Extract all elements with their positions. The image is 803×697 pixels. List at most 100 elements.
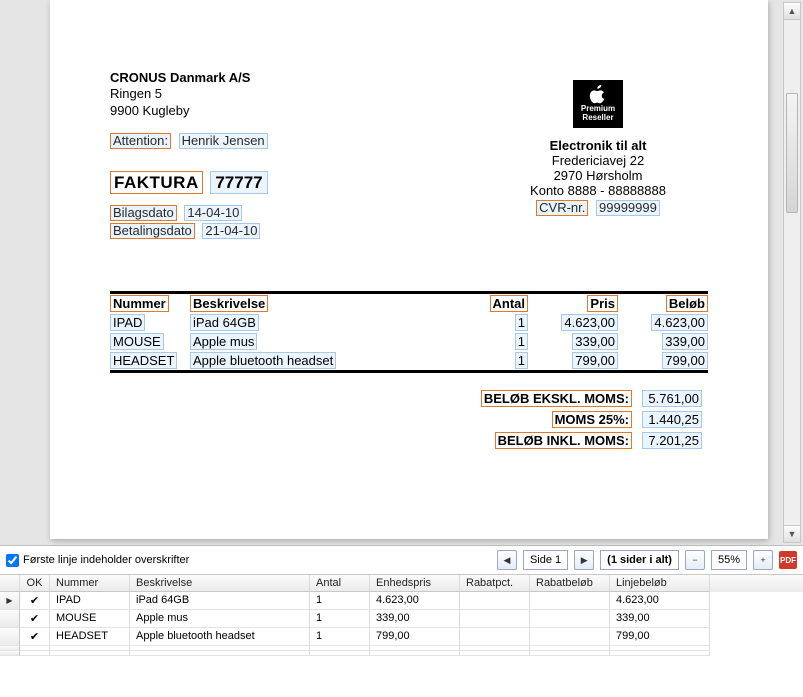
first-line-header-label: Første linje indeholder overskrifter — [23, 554, 189, 566]
row-selector[interactable] — [0, 592, 20, 610]
data-grid[interactable]: OK Nummer Beskrivelse Antal Enhedspris R… — [0, 574, 803, 656]
cell-ok[interactable]: ✔ — [20, 610, 50, 628]
scroll-up-icon[interactable]: ▲ — [784, 3, 800, 20]
cell-linebel[interactable]: 799,00 — [610, 628, 710, 646]
cell-ok[interactable]: ✔ — [20, 628, 50, 646]
cell-qty[interactable]: 1 — [310, 592, 370, 610]
cell-rabatpct[interactable] — [460, 610, 530, 628]
next-page-button[interactable]: ▶ — [574, 550, 594, 570]
pdf-icon[interactable]: PDF — [779, 551, 797, 569]
line-qty: 1 — [515, 333, 528, 350]
cell-num[interactable]: MOUSE — [50, 610, 130, 628]
invoice-line: IPAD iPad 64GB 1 4.623,00 4.623,00 — [110, 313, 708, 332]
grid-hdr-rabatpct[interactable]: Rabatpct. — [460, 575, 530, 592]
reseller-name: Electronik til alt — [513, 138, 683, 153]
cell-desc[interactable]: iPad 64GB — [130, 592, 310, 610]
zoom-value: 55% — [711, 550, 747, 570]
cell-desc[interactable]: Apple bluetooth headset — [130, 628, 310, 646]
line-num: MOUSE — [110, 333, 164, 350]
invoice-lines-table: Nummer Beskrivelse Antal Pris Beløb IPAD… — [110, 291, 708, 373]
grid-empty-row[interactable] — [0, 651, 803, 656]
grid-hdr-desc[interactable]: Beskrivelse — [130, 575, 310, 592]
line-desc: Apple bluetooth headset — [190, 352, 336, 369]
grid-row[interactable]: ✔HEADSETApple bluetooth headset1799,0079… — [0, 628, 803, 646]
hdr-pris: Pris — [587, 295, 618, 312]
invoice-line: HEADSETApple bluetooth headset1799,00799… — [110, 351, 708, 370]
total-vat-value: 1.440,25 — [642, 411, 702, 428]
total-ex-label: BELØB EKSKL. MOMS: — [481, 390, 632, 407]
grid-hdr-num[interactable]: Nummer — [50, 575, 130, 592]
apple-icon — [589, 84, 607, 104]
line-amount: 339,00 — [662, 333, 708, 350]
row-selector[interactable] — [0, 610, 20, 628]
cell-num[interactable]: HEADSET — [50, 628, 130, 646]
line-qty: 1 — [515, 314, 528, 331]
cell-desc[interactable]: Apple mus — [130, 610, 310, 628]
grid-header-row: OK Nummer Beskrivelse Antal Enhedspris R… — [0, 575, 803, 592]
cell-num[interactable]: IPAD — [50, 592, 130, 610]
cell-qty[interactable]: 1 — [310, 610, 370, 628]
invoice-line: MOUSE Apple mus 1 339,00 339,00 — [110, 332, 708, 351]
toolbar: Første linje indeholder overskrifter ◀ S… — [0, 546, 803, 574]
cell-qty[interactable]: 1 — [310, 628, 370, 646]
line-amount: 4.623,00 — [651, 314, 708, 331]
hdr-belob: Beløb — [666, 295, 708, 312]
cell-rabatbel[interactable] — [530, 592, 610, 610]
cell-linebel[interactable]: 339,00 — [610, 610, 710, 628]
doc-date-value: 14-04-10 — [184, 205, 242, 221]
zoom-out-button[interactable]: − — [685, 550, 705, 570]
page-label: Side — [530, 554, 552, 566]
totals-block: BELØB EKSKL. MOMS: 5.761,00 MOMS 25%: 1.… — [110, 387, 708, 452]
apple-reseller-logo: Premium Reseller — [573, 80, 623, 128]
grid-row[interactable]: ✔IPADiPad 64GB14.623,004.623,00 — [0, 592, 803, 610]
zoom-in-button[interactable]: + — [753, 550, 773, 570]
attention-label: Attention: — [110, 133, 171, 149]
invoice-title: FAKTURA — [110, 171, 203, 194]
cvr-value: 99999999 — [596, 200, 660, 216]
pay-date-label: Betalingsdato — [110, 223, 195, 239]
cell-unitprice[interactable]: 4.623,00 — [370, 592, 460, 610]
logo-text2: Reseller — [573, 113, 623, 122]
grid-hdr-qty[interactable]: Antal — [310, 575, 370, 592]
prev-page-button[interactable]: ◀ — [497, 550, 517, 570]
scroll-down-icon[interactable]: ▼ — [784, 525, 800, 542]
page-value: 1 — [555, 554, 561, 566]
line-price: 4.623,00 — [561, 314, 618, 331]
cell-unitprice[interactable]: 339,00 — [370, 610, 460, 628]
cell-ok[interactable]: ✔ — [20, 592, 50, 610]
line-desc: iPad 64GB — [190, 314, 259, 331]
first-line-header-input[interactable] — [6, 554, 19, 567]
line-desc: Apple mus — [190, 333, 257, 350]
total-ex-value: 5.761,00 — [642, 390, 702, 407]
grid-hdr-linebel[interactable]: Linjebeløb — [610, 575, 710, 592]
reseller-block: Premium Reseller Electronik til alt Fred… — [513, 80, 683, 216]
attention-value: Henrik Jensen — [179, 133, 268, 149]
cell-linebel[interactable]: 4.623,00 — [610, 592, 710, 610]
invoice-number: 77777 — [210, 171, 267, 194]
line-num: IPAD — [110, 314, 145, 331]
grid-hdr-unitprice[interactable]: Enhedspris — [370, 575, 460, 592]
row-selector[interactable] — [0, 628, 20, 646]
pay-date-value: 21-04-10 — [202, 223, 260, 239]
first-line-header-checkbox[interactable]: Første linje indeholder overskrifter — [6, 554, 189, 567]
total-inc-value: 7.201,25 — [642, 432, 702, 449]
cell-rabatbel[interactable] — [530, 628, 610, 646]
cell-rabatbel[interactable] — [530, 610, 610, 628]
scroll-thumb[interactable] — [786, 93, 798, 213]
line-price: 799,00 — [572, 352, 618, 369]
page-count: (1 sider i alt) — [600, 550, 679, 570]
invoice-page: CRONUS Danmark A/S Ringen 5 9900 Kugleby… — [50, 0, 768, 539]
document-preview-pane: CRONUS Danmark A/S Ringen 5 9900 Kugleby… — [0, 0, 803, 546]
grid-row[interactable]: ✔MOUSEApple mus1339,00339,00 — [0, 610, 803, 628]
grid-hdr-ok[interactable]: OK — [20, 575, 50, 592]
page-indicator: Side 1 — [523, 550, 568, 570]
preview-scrollbar[interactable]: ▲ ▼ — [783, 2, 801, 543]
line-num: HEADSET — [110, 352, 177, 369]
cell-rabatpct[interactable] — [460, 628, 530, 646]
grid-hdr-rabatbel[interactable]: Rabatbeløb — [530, 575, 610, 592]
cell-unitprice[interactable]: 799,00 — [370, 628, 460, 646]
hdr-nummer: Nummer — [110, 295, 169, 312]
reseller-account: Konto 8888 - 88888888 — [513, 183, 683, 198]
cell-rabatpct[interactable] — [460, 592, 530, 610]
line-price: 339,00 — [572, 333, 618, 350]
